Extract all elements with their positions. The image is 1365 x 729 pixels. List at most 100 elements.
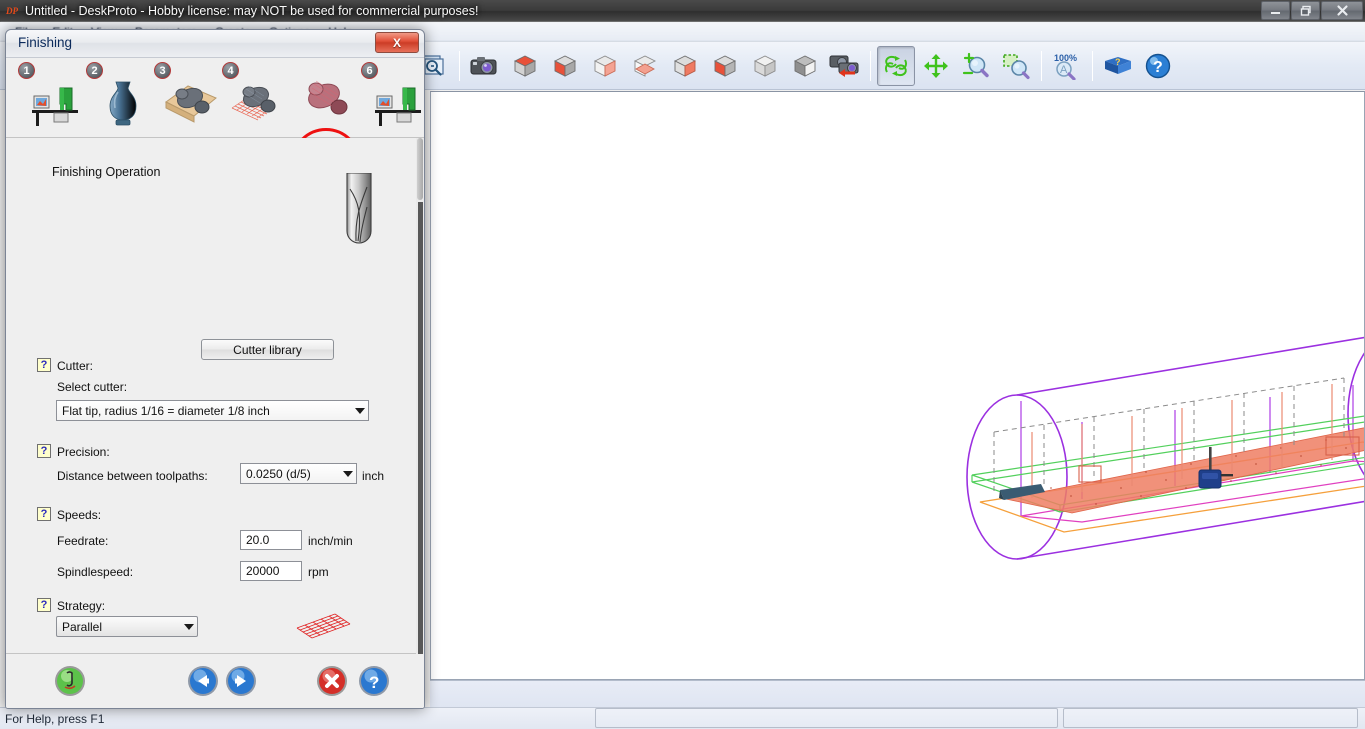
window-controls	[1260, 1, 1363, 20]
strategy-select[interactable]: Parallel	[56, 616, 198, 637]
strategy-value: Parallel	[62, 619, 103, 634]
strategy-help-icon[interactable]: ?	[37, 598, 51, 612]
feedrate-label: Feedrate:	[57, 534, 109, 548]
toolbar-separator	[870, 50, 871, 81]
title-bar: DP Untitled - DeskProto - Hobby license:…	[0, 0, 1365, 22]
machining-preview-model	[966, 336, 1364, 560]
blue-question-icon: ?	[359, 666, 389, 696]
toolbar-separator	[459, 50, 460, 81]
distance-value: 0.0250 (d/5)	[246, 466, 311, 481]
machine-output-icon	[367, 74, 424, 130]
dialog-title: Finishing	[18, 35, 73, 50]
red-x-icon	[317, 666, 347, 696]
step-part[interactable]: 3	[154, 62, 226, 134]
view-front-icon[interactable]	[546, 46, 584, 86]
view-isometric-icon[interactable]	[746, 46, 784, 86]
machine-desk-icon	[24, 74, 86, 130]
spindlespeed-label: Spindlespeed:	[57, 565, 134, 579]
chevron-down-icon	[355, 407, 365, 414]
previous-button[interactable]	[187, 665, 219, 697]
zoom-window-icon[interactable]	[997, 46, 1035, 86]
cutter-select[interactable]: Flat tip, radius 1/16 = diameter 1/8 inc…	[56, 400, 369, 421]
vase-geometry-icon	[92, 74, 154, 130]
scrollbar-track[interactable]	[418, 202, 423, 654]
calculate-toolpath-button[interactable]	[54, 665, 86, 697]
help-question-icon[interactable]: ?	[1139, 46, 1177, 86]
arrow-right-icon	[226, 666, 256, 696]
cutter-label: Cutter:	[57, 359, 94, 373]
green-toolpath-icon	[55, 666, 85, 696]
feedrate-input[interactable]: 20.0	[240, 530, 302, 550]
dialog-scrollbar[interactable]	[416, 138, 424, 654]
speeds-label: Speeds:	[57, 508, 102, 522]
precision-label: Precision:	[57, 445, 110, 459]
chevron-down-icon	[343, 470, 353, 477]
3d-preview[interactable]	[430, 91, 1365, 680]
finishing-dialog: Finishing X 1 2 3 4 6 Finishing Operatio…	[5, 29, 425, 709]
view-back-icon[interactable]	[666, 46, 704, 86]
cutter-select-value: Flat tip, radius 1/16 = diameter 1/8 inc…	[62, 403, 270, 418]
arrow-left-icon	[188, 666, 218, 696]
restore-camera-icon[interactable]	[826, 46, 864, 86]
spindlespeed-value: 20000	[246, 564, 280, 578]
finishing-toolpath-icon	[292, 68, 354, 124]
svg-text:A: A	[1060, 64, 1068, 76]
step-finishing[interactable]: 5	[290, 62, 362, 134]
distance-between-toolpaths-select[interactable]: 0.0250 (d/5)	[240, 463, 357, 484]
step-machine[interactable]: 1	[18, 62, 90, 134]
dialog-footer: ?	[6, 654, 424, 708]
feedrate-unit-label: inch/min	[308, 534, 353, 548]
camera-view-icon[interactable]	[466, 46, 504, 86]
view-perspective-icon[interactable]	[786, 46, 824, 86]
wizard-steps: 1 2 3 4 6	[6, 58, 424, 198]
pan-icon[interactable]	[917, 46, 955, 86]
chevron-down-icon	[184, 623, 194, 630]
cutter-help-icon[interactable]: ?	[37, 358, 51, 372]
distance-between-toolpaths-label: Distance between toolpaths:	[57, 469, 208, 483]
minimize-button[interactable]	[1261, 1, 1290, 20]
close-button[interactable]	[1321, 1, 1363, 20]
restore-button[interactable]	[1291, 1, 1320, 20]
distance-unit-label: inch	[362, 469, 385, 483]
step-roughing[interactable]: 4	[222, 62, 294, 134]
manual-book-icon[interactable]: ?	[1099, 46, 1137, 86]
svg-text:?: ?	[1153, 59, 1163, 76]
speeds-help-icon[interactable]: ?	[37, 507, 51, 521]
zoom-all-icon[interactable]: 100% A	[1048, 46, 1086, 86]
spindlespeed-unit-label: rpm	[308, 565, 329, 579]
parallel-toolpath-preview-icon	[289, 610, 365, 647]
step-output[interactable]: 6	[361, 62, 424, 134]
view-right-icon[interactable]	[586, 46, 624, 86]
strategy-label: Strategy:	[57, 599, 106, 613]
spindlespeed-input[interactable]: 20000	[240, 561, 302, 581]
svg-text:?: ?	[1115, 57, 1121, 67]
ball-nose-endmill-icon	[331, 172, 387, 268]
cancel-button[interactable]	[316, 665, 348, 697]
view-bottom-icon[interactable]	[626, 46, 664, 86]
dialog-title-bar: Finishing X	[6, 30, 424, 58]
next-button[interactable]	[225, 665, 257, 697]
precision-help-icon[interactable]: ?	[37, 444, 51, 458]
view-left-icon[interactable]	[706, 46, 744, 86]
status-pane-1	[595, 708, 1058, 728]
scrollbar-thumb[interactable]	[417, 138, 423, 200]
dialog-body: Finishing Operation ? Cutter: Select cut…	[6, 138, 424, 654]
roughing-toolpath-icon	[228, 74, 290, 130]
status-help-hint: For Help, press F1	[5, 711, 105, 726]
dialog-close-button[interactable]: X	[375, 32, 419, 53]
cutter-library-button[interactable]: Cutter library	[201, 339, 334, 360]
view-top-icon[interactable]	[506, 46, 544, 86]
window-title: Untitled - DeskProto - Hobby license: ma…	[25, 4, 479, 18]
lower-panel-strip	[430, 680, 1365, 707]
step-geometry[interactable]: 2	[86, 62, 158, 134]
status-pane-2	[1063, 708, 1358, 728]
rotate-icon[interactable]	[877, 45, 915, 86]
deskproto-icon: DP	[6, 6, 18, 16]
zoom-in-out-icon[interactable]	[957, 46, 995, 86]
svg-text:?: ?	[369, 673, 379, 692]
main-window: DP Untitled - DeskProto - Hobby license:…	[0, 0, 1365, 729]
dialog-heading: Finishing Operation	[52, 165, 161, 179]
help-button[interactable]: ?	[358, 665, 390, 697]
toolbar-separator	[1092, 50, 1093, 81]
feedrate-value: 20.0	[246, 533, 270, 547]
